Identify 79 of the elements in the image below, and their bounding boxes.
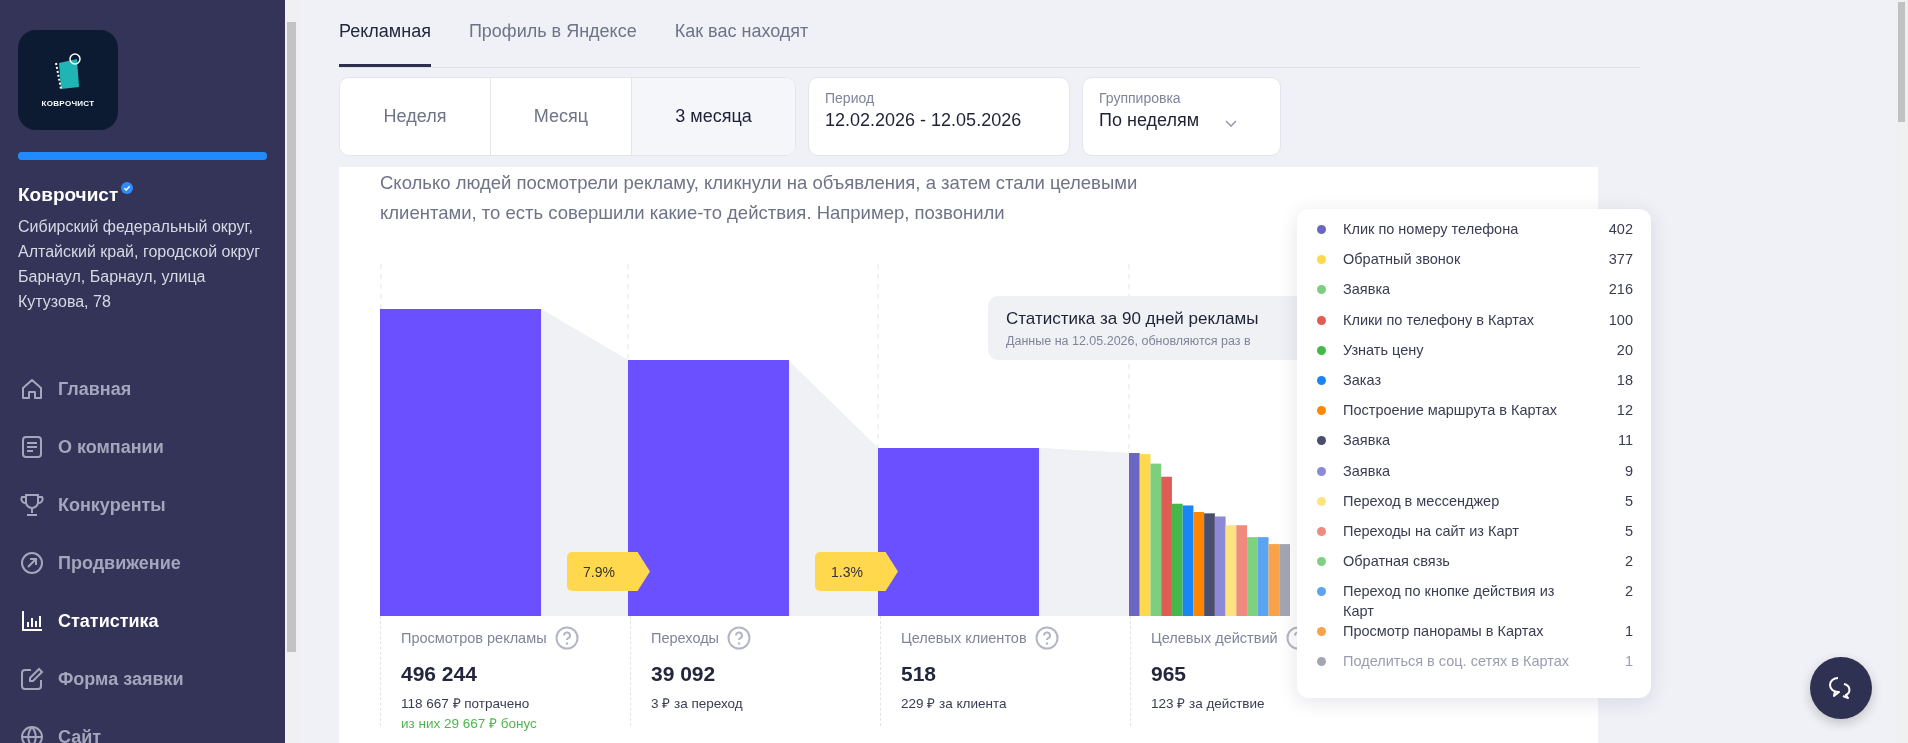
legend-label: Заявка [1343,280,1392,300]
legend-count: 377 [1608,250,1633,270]
edit-icon [18,665,46,693]
grouping-dropdown[interactable]: Группировка По неделям [1082,77,1281,156]
legend-label: Переход в мессенджер [1343,491,1501,511]
legend-label: Обратная связь [1343,552,1451,572]
chat-button[interactable] [1810,657,1872,719]
conversion-badge: 7.9% [567,552,650,591]
metric-value: 39 092 [651,662,716,686]
tooltip-title: Статистика за 90 дней рекламы [1006,308,1259,330]
legend-count: 5 [1624,521,1633,541]
metric-detail: 123 ₽ за действие [1151,695,1265,712]
metric-value: 518 [901,662,937,686]
scrollbar-thumb[interactable] [1898,2,1905,122]
company-name: Коврочист [18,183,119,207]
legend-label: Узнать цену [1343,340,1425,360]
help-icon [1034,626,1059,650]
tab[interactable]: Профиль в Яндексе [468,21,637,67]
legend-count: 2 [1624,552,1633,572]
metric-value: 496 244 [401,662,477,686]
help-icon [554,626,579,650]
legend-label: Переходы на сайт из Карт [1343,521,1520,541]
metric-label: Просмотров рекламы [401,630,547,646]
nav-item[interactable]: Конкуренты [18,476,267,534]
nav-item[interactable]: О компании [18,418,267,476]
nav-item[interactable]: Сайт [18,708,267,743]
nav-item[interactable]: Главная [18,360,267,418]
legend-label: Поделиться в соц. сетях в Картах [1343,652,1571,672]
field-value: По неделям [1099,110,1200,131]
help-icon [727,626,751,650]
logo-text: КОВРОЧИСТ [41,98,95,108]
legend-label: Клики по телефону в Картах [1343,310,1536,330]
legend-label: Переход по кнопке действия из Карт [1343,582,1556,622]
legend-count: 12 [1616,401,1633,421]
tab[interactable]: Как вас находят [674,21,809,67]
trophy-icon [18,491,46,519]
legend-count: 18 [1616,370,1633,390]
legend-count: 2 [1624,582,1633,602]
nav-item[interactable]: Продвижение [18,534,267,592]
legend-label: Обратный звонок [1343,250,1462,270]
legend-count: 5 [1624,491,1633,511]
scrollbar-thumb[interactable] [287,22,296,652]
company-address: Сибирский федеральный округ, Алтайский край, городской округ Барнаул, Барнаул, улица Кутузова, 78 [18,217,261,312]
conversion-badge: 1.3% [815,552,898,591]
legend-label: Построение маршрута в Картах [1343,401,1558,421]
metric-detail: 3 ₽ за переход [651,695,743,712]
metric-label: Переходы [651,630,719,646]
globe-icon [18,723,46,743]
metric-detail: 118 667 ₽ потрачено [401,695,530,712]
legend-count: 216 [1608,280,1633,300]
metric-detail: 229 ₽ за клиента [901,695,1007,712]
description-text: Сколько людей посмотрели рекламу, кликнули на объявления, а затем стали целевыми клиентами, то есть совершили какие-то действия. Например, позвонили [380,171,1139,225]
legend-count: 1 [1624,652,1633,672]
legend-count: 20 [1616,340,1633,360]
metric-value: 965 [1151,662,1187,686]
field-label: Группировка [1099,90,1182,106]
legend-count: 11 [1617,431,1633,451]
legend-label: Заявка [1343,431,1392,451]
arrow-circle-icon [18,549,46,577]
field-value: 12.02.2026 - 12.05.2026 [825,110,1022,131]
tooltip-subtitle: Данные на 12.05.2026, обновляются раз в [1006,333,1251,350]
legend-label: Заказ [1343,370,1383,390]
metric-label: Целевых действий [1151,630,1278,646]
legend-label: Заявка [1343,461,1392,481]
legend-count: 1 [1624,622,1633,642]
period-option[interactable]: 3 месяца [632,78,795,155]
metric-label: Целевых клиентов [901,630,1027,646]
legend-label: Просмотр панорамы в Картах [1343,622,1545,642]
legend-count: 9 [1624,461,1633,481]
field-label: Период [825,90,876,106]
nav-item[interactable]: Форма заявки [18,650,267,708]
legend-count: 100 [1608,310,1633,330]
period-option[interactable]: Неделя [340,78,491,155]
bonus-note: из них 29 667 ₽ бонус [401,715,537,732]
date-range-field[interactable]: Период 12.02.2026 - 12.05.2026 [808,77,1070,156]
tab[interactable]: Рекламная [339,21,431,67]
legend-count: 402 [1608,220,1633,239]
legend-label: Клик по номеру телефона [1343,220,1520,239]
nav-item[interactable]: Статистика [18,592,267,650]
